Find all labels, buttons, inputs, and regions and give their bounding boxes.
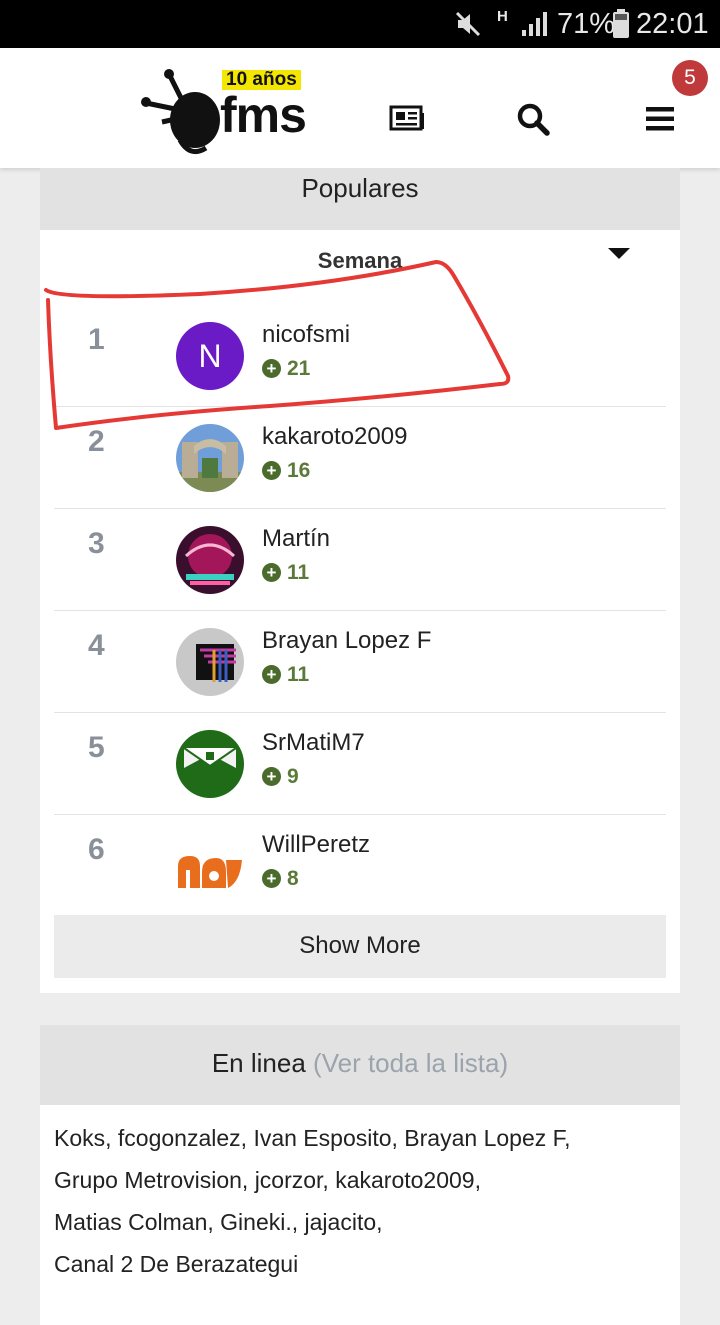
clock: 22:01 <box>636 8 709 40</box>
avatar[interactable] <box>176 832 244 900</box>
score-value: 11 <box>287 561 310 584</box>
ranking-list: 1 N nicofsmi +21 2 kakaroto2009 +16 3 Ma… <box>54 305 666 916</box>
score: +8 <box>262 867 299 891</box>
avatar[interactable]: N <box>176 322 244 390</box>
rank-number: 4 <box>88 629 105 662</box>
news-icon[interactable] <box>389 100 429 140</box>
period-selector[interactable]: Semana <box>40 230 680 276</box>
score: +16 <box>262 459 310 483</box>
online-users-line[interactable]: Canal 2 De Berazategui <box>54 1243 666 1285</box>
plus-circle-icon: + <box>262 767 281 786</box>
username[interactable]: SrMatiM7 <box>262 729 365 757</box>
rank-number: 5 <box>88 731 105 764</box>
gate-photo-icon <box>176 424 244 492</box>
battery-icon <box>612 9 630 47</box>
username[interactable]: Martín <box>262 525 330 553</box>
score-value: 21 <box>287 357 311 380</box>
avatar[interactable] <box>176 730 244 798</box>
neon-logo-icon <box>176 526 244 594</box>
search-icon[interactable] <box>516 100 556 140</box>
rank-number: 3 <box>88 527 105 560</box>
ranking-row[interactable]: 2 kakaroto2009 +16 <box>54 407 666 509</box>
logo-text: fms <box>220 87 307 143</box>
show-more-button[interactable]: Show More <box>54 915 666 978</box>
username[interactable]: WillPeretz <box>262 831 370 859</box>
app-header: 10 años fms 5 <box>0 48 720 168</box>
ranking-row[interactable]: 4 Brayan Lopez F +11 <box>54 611 666 713</box>
rank-number: 1 <box>88 323 105 356</box>
avatar[interactable] <box>176 424 244 492</box>
plus-circle-icon: + <box>262 461 281 480</box>
menu-icon[interactable] <box>644 100 684 140</box>
notification-badge[interactable]: 5 <box>672 60 708 96</box>
online-header: En linea (Ver toda la lista) <box>40 1025 680 1105</box>
online-users-list: Koks, fcogonzalez, Ivan Esposito, Brayan… <box>40 1105 680 1285</box>
score: +11 <box>262 663 309 687</box>
caret-down-icon <box>608 248 630 259</box>
username[interactable]: Brayan Lopez F <box>262 627 431 655</box>
ranking-row[interactable]: 3 Martín +11 <box>54 509 666 611</box>
online-card: En linea (Ver toda la lista) Koks, fcogo… <box>40 1025 680 1325</box>
mute-icon <box>455 10 481 46</box>
period-label: Semana <box>317 248 403 273</box>
signal-icon <box>520 10 550 46</box>
score-value: 9 <box>287 765 299 788</box>
bug-mascot-icon <box>141 69 220 155</box>
plus-circle-icon: + <box>262 869 281 888</box>
ranking-row[interactable]: 5 SrMatiM7 +9 <box>54 713 666 815</box>
avatar[interactable] <box>176 628 244 696</box>
online-users-line[interactable]: Grupo Metrovision, jcorzor, kakaroto2009… <box>54 1159 666 1201</box>
plus-circle-icon: + <box>262 563 281 582</box>
network-type: H <box>497 8 508 25</box>
score-value: 8 <box>287 867 299 890</box>
score-value: 16 <box>287 459 311 482</box>
avatar-letter: N <box>198 338 222 374</box>
score: +21 <box>262 357 310 381</box>
view-full-list-link[interactable]: (Ver toda la lista) <box>313 1048 508 1078</box>
plus-circle-icon: + <box>262 665 281 684</box>
envelope-creeper-icon <box>176 730 244 798</box>
username[interactable]: kakaroto2009 <box>262 423 407 451</box>
score: +11 <box>262 561 309 585</box>
rank-number: 2 <box>88 425 105 458</box>
rank-number: 6 <box>88 833 105 866</box>
ranking-row[interactable]: 6 WillPeretz +8 <box>54 815 666 916</box>
avatar[interactable] <box>176 526 244 594</box>
logo-t-icon <box>176 628 244 696</box>
online-users-line[interactable]: Koks, fcogonzalez, Ivan Esposito, Brayan… <box>54 1117 666 1159</box>
battery-percent: 71% <box>557 8 616 40</box>
plus-circle-icon: + <box>262 359 281 378</box>
score-value: 11 <box>287 663 310 686</box>
online-users-line[interactable]: Matias Colman, Gineki., jajacito, <box>54 1201 666 1243</box>
status-bar: H 71% 22:01 <box>0 0 720 48</box>
score: +9 <box>262 765 299 789</box>
online-title: En linea <box>211 1048 306 1078</box>
orange-logo-icon <box>178 856 242 888</box>
ranking-row[interactable]: 1 N nicofsmi +21 <box>54 305 666 407</box>
fms-logo[interactable]: 10 años fms <box>140 68 315 158</box>
populares-title: Populares <box>40 168 680 230</box>
username[interactable]: nicofsmi <box>262 321 350 349</box>
